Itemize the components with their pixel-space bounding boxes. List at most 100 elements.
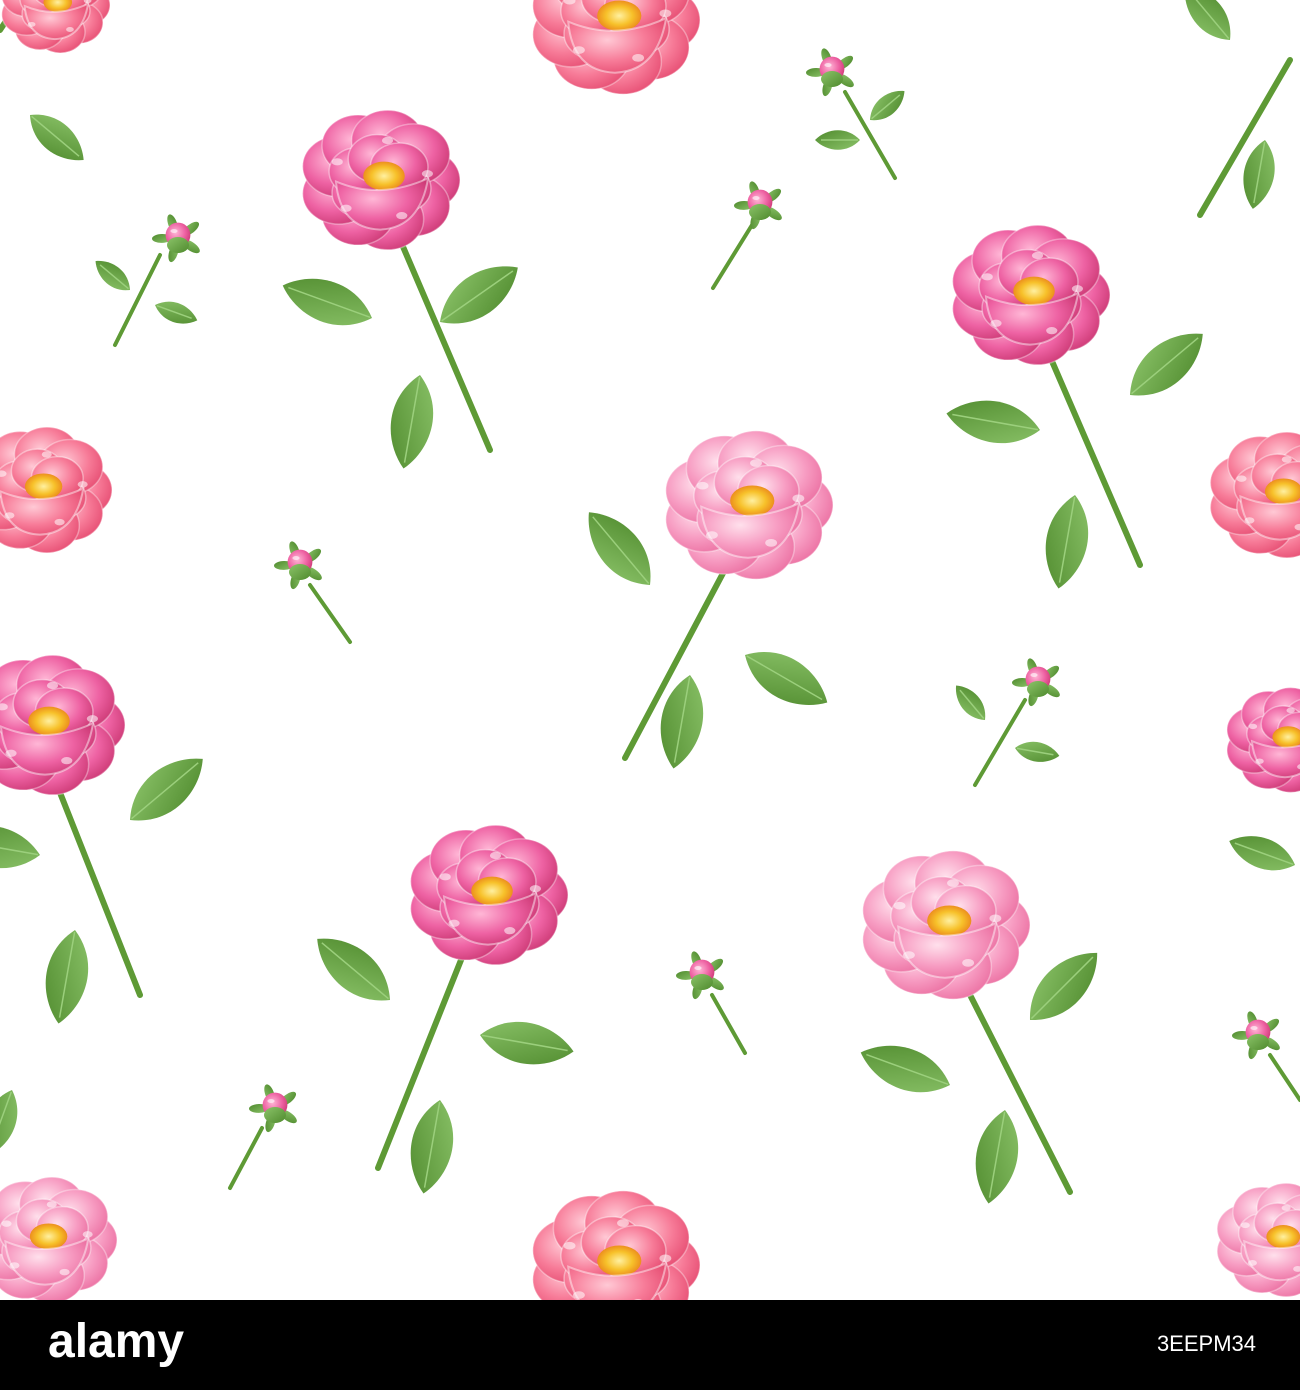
petal-highlight (893, 901, 906, 910)
petal-highlight (9, 1262, 20, 1269)
petal-highlight (5, 749, 17, 757)
petal-highlight (902, 951, 915, 959)
peony-bud-21 (1232, 1011, 1280, 1060)
petal-highlight (1, 1220, 12, 1227)
petal-highlight (340, 204, 352, 212)
stamen-center (597, 0, 642, 32)
peony-bloom-11 (1216, 1182, 1300, 1298)
bud-leaf-18-1 (1015, 741, 1060, 762)
petal-highlight (947, 879, 959, 887)
leaf-blade (0, 1090, 18, 1156)
petal-highlight (572, 46, 585, 54)
edge-leaf-0 (30, 114, 84, 161)
petal-highlight (1281, 456, 1292, 463)
peony-bloom-0 (301, 109, 461, 251)
edge-leaf-1 (1243, 140, 1275, 209)
stamen-center (24, 473, 63, 500)
peony-illustration (0, 0, 1300, 1300)
bloom-leaf-0-1 (282, 278, 372, 326)
bud-highlight (694, 966, 702, 970)
peony-bud-20 (249, 1084, 297, 1133)
bud-highlight (1250, 1026, 1258, 1030)
stamen-center (1266, 1225, 1300, 1249)
peony-bud-17 (274, 541, 322, 590)
petal-highlight (632, 54, 645, 62)
bud-calyx (691, 974, 713, 990)
peony-bud-19 (676, 951, 724, 1000)
bloom-leaf-4-0 (317, 938, 390, 1001)
bud-stem-14 (113, 253, 162, 347)
peony-bud-15 (806, 48, 854, 97)
petal-highlight (27, 21, 36, 27)
stamen-center (471, 876, 513, 906)
bud-highlight (170, 229, 178, 233)
stamen-center (730, 485, 775, 517)
watermark-footer: alamy 3EEPM34 (0, 1300, 1300, 1390)
petal-highlight (46, 681, 59, 690)
bud-highlight (1030, 673, 1038, 677)
flowers-layer (0, 0, 1300, 1300)
stamen-center (28, 706, 70, 736)
petal-highlight (77, 481, 88, 488)
petal-highlight (1046, 327, 1058, 335)
bloom-leaf-0-2 (390, 375, 434, 469)
leaves-layer (0, 0, 1295, 1204)
bud-stem-20 (228, 1126, 264, 1190)
petal-highlight (696, 481, 709, 490)
peony-bloom-9 (532, 1190, 701, 1300)
bud-stem-17 (308, 583, 352, 644)
petal-highlight (1244, 517, 1255, 524)
petal-highlight (504, 927, 516, 935)
peony-bloom-4 (409, 824, 569, 966)
petal-highlight (1286, 707, 1295, 714)
bloom-leaf-5-1 (860, 1045, 950, 1093)
petal-highlight (529, 885, 542, 893)
peony-bloom-8 (532, 0, 701, 95)
peony-bloom-10 (0, 1176, 118, 1300)
bloom-leaf-3-0 (130, 758, 203, 821)
bud-stem-16 (711, 223, 754, 290)
petal-highlight (659, 1254, 672, 1263)
petal-highlight (82, 1231, 93, 1238)
petal-highlight (1255, 758, 1264, 764)
bud-calyx (1027, 681, 1049, 697)
petal-highlight (1031, 251, 1044, 260)
bud-highlight (292, 556, 300, 560)
bud-calyx (1247, 1034, 1269, 1050)
bud-highlight (824, 63, 832, 67)
bud-calyx (167, 237, 189, 253)
stamen-center (597, 1245, 642, 1277)
petal-highlight (66, 27, 74, 32)
image-id-label: 3EEPM34 (1156, 1331, 1256, 1356)
petal-highlight (54, 518, 65, 526)
petal-highlight (989, 914, 1002, 923)
leaf-blade (0, 825, 40, 869)
peony-bloom-12 (1226, 686, 1300, 794)
petal-highlight (381, 136, 394, 145)
edge-leaf-3 (0, 1090, 18, 1156)
petal-highlight (41, 451, 52, 458)
petal-highlight (1236, 475, 1247, 482)
petal-highlight (331, 158, 343, 166)
petal-highlight (750, 459, 762, 467)
bud-leaf-15-1 (815, 130, 860, 150)
stems-layer (0, 0, 1300, 1195)
petal-highlight (981, 273, 993, 281)
petal-highlight (396, 212, 408, 220)
petal-highlight (659, 9, 672, 18)
bloom-leaf-1-0 (1130, 333, 1203, 396)
peony-bud-18 (1012, 658, 1060, 707)
petal-highlight (421, 170, 434, 178)
peony-bloom-7 (1209, 431, 1300, 559)
bud-stem-21 (1268, 1053, 1300, 1102)
petal-highlight (1247, 1260, 1257, 1266)
petal-highlight (792, 494, 805, 503)
bloom-leaf-4-2 (410, 1100, 454, 1194)
bud-leaf-14-0 (95, 261, 130, 291)
peony-bloom-5 (862, 850, 1031, 1000)
bloom-leaf-2-0 (588, 512, 651, 585)
stamen-center (363, 161, 405, 191)
petal-highlight (765, 539, 778, 547)
petal-highlight (46, 1201, 57, 1208)
petal-highlight (617, 1219, 629, 1227)
